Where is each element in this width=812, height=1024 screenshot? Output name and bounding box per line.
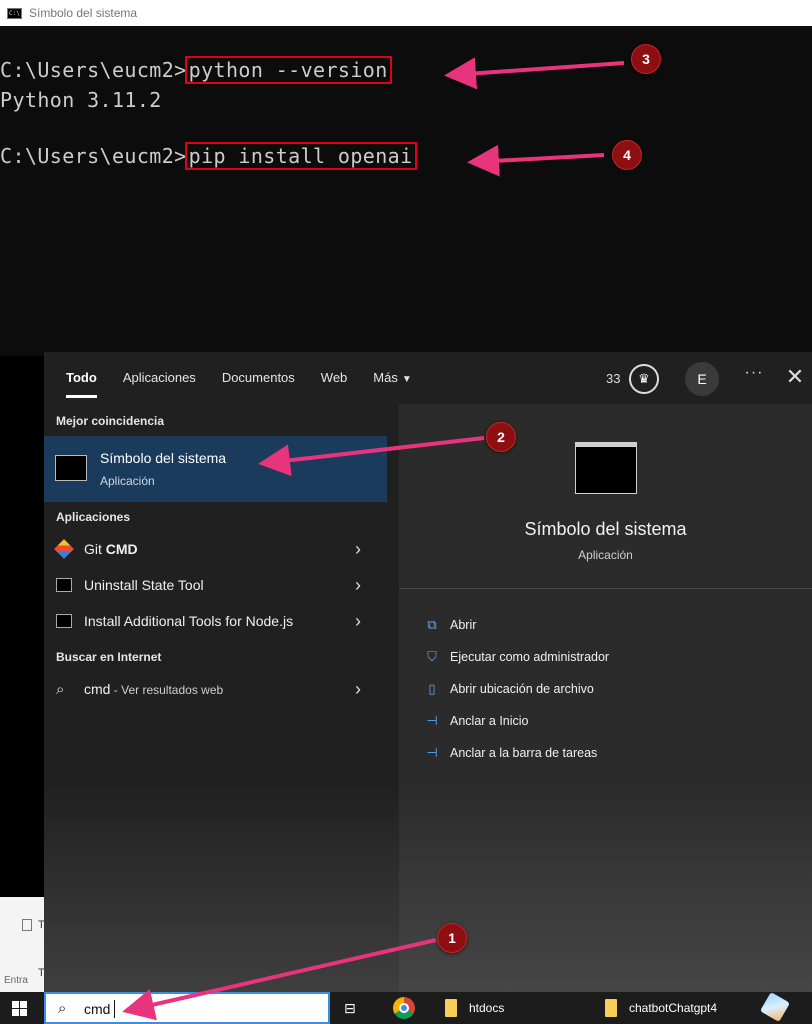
app-cube-icon[interactable] (759, 991, 791, 1023)
taskbar-item-label: chatbotChatgpt4 (629, 1001, 718, 1015)
taskbar-item-chatbot[interactable]: chatbotChatgpt4 (605, 992, 717, 1024)
best-match-item[interactable]: Símbolo del sistema Aplicación (44, 436, 387, 502)
terminal-icon (55, 455, 87, 481)
web-result-suffix: - Ver resultados web (110, 683, 224, 697)
close-icon[interactable]: ✕ (783, 363, 807, 391)
action-label: Ejecutar como administrador (450, 650, 610, 664)
taskbar-item-label: htdocs (469, 1001, 505, 1015)
action-label: Anclar a la barra de tareas (450, 746, 598, 760)
explorer-status-text: Entra (4, 975, 28, 986)
action-pin-to-start[interactable]: ⊣ Anclar a Inicio (424, 709, 529, 733)
list-item-uninstall-state-tool[interactable]: Uninstall State Tool › (44, 568, 387, 602)
tab-web[interactable]: Web (321, 352, 348, 404)
task-view-icon[interactable]: ⊟ (344, 992, 356, 1024)
step-badge-1: 1 (437, 923, 467, 953)
preview-subtitle: Aplicación (578, 548, 633, 562)
apps-header: Aplicaciones (56, 510, 131, 524)
rewards-trophy-icon[interactable]: ♛ (629, 364, 659, 394)
chevron-right-icon[interactable]: › (355, 539, 361, 560)
step-badge-4: 4 (612, 140, 642, 170)
app-label: Uninstall State Tool (84, 577, 204, 593)
tab-todo[interactable]: Todo (66, 352, 97, 404)
tab-mas-label: Más (373, 370, 398, 385)
terminal-icon (56, 614, 72, 628)
search-icon: ⌕ (58, 1000, 67, 1017)
search-query: cmd (84, 1001, 111, 1017)
open-icon: ⧉ (427, 617, 437, 632)
preview-pane: Símbolo del sistema Aplicación ⧉ Abrir ⛉… (399, 404, 812, 992)
web-search-header: Buscar en Internet (56, 650, 162, 664)
folder-icon (445, 999, 457, 1017)
shield-icon: ⛉ (427, 649, 437, 664)
list-item-install-node-tools[interactable]: Install Additional Tools for Node.js › (44, 604, 387, 638)
highlighted-command-pip-install: pip install openai (184, 142, 417, 170)
tab-mas[interactable]: Más ▼ (373, 352, 411, 404)
document-icon (22, 919, 32, 931)
search-panel: Todo Aplicaciones Documentos Web Más ▼ 33… (44, 352, 812, 992)
console-output-area[interactable]: C:\Users\eucm2> python --version Python 3… (0, 26, 812, 356)
folder-icon (605, 999, 617, 1017)
action-open-file-location[interactable]: ▯ Abrir ubicación de archivo (424, 677, 594, 701)
action-label: Abrir (450, 618, 477, 632)
action-label: Abrir ubicación de archivo (450, 682, 594, 696)
console-line-2: Python 3.11.2 (0, 88, 162, 112)
preview-title: Símbolo del sistema (524, 519, 687, 539)
background-explorer-window: T T Entra (0, 897, 45, 992)
console-line-1: C:\Users\eucm2> python --version (0, 56, 392, 84)
web-result-query: cmd (84, 681, 111, 697)
best-match-type: Aplicación (100, 474, 155, 488)
windows-start-icon[interactable] (12, 1001, 27, 1016)
app-label-prefix: Git (84, 541, 106, 557)
console-titlebar[interactable]: Símbolo del sistema (0, 0, 812, 26)
chevron-right-icon[interactable]: › (355, 611, 361, 632)
console-prompt: C:\Users\eucm2> (0, 58, 187, 82)
app-label-match: CMD (105, 541, 138, 557)
more-options-icon[interactable]: ··· (743, 364, 765, 392)
chevron-right-icon[interactable]: › (355, 679, 361, 700)
console-prompt: C:\Users\eucm2> (0, 144, 187, 168)
divider (399, 588, 812, 589)
tab-documentos[interactable]: Documentos (222, 352, 295, 404)
chevron-down-icon: ▼ (401, 374, 412, 385)
taskbar-item-htdocs[interactable]: htdocs (445, 992, 504, 1024)
web-result-label: cmd - Ver resultados web (84, 681, 223, 697)
chevron-right-icon[interactable]: › (355, 575, 361, 596)
action-label: Anclar a Inicio (450, 714, 529, 728)
console-app-icon (7, 7, 22, 19)
pin-icon: ⊣ (426, 745, 438, 760)
step-badge-3: 3 (631, 44, 661, 74)
best-match-name: Símbolo del sistema (100, 450, 227, 466)
terminal-icon (56, 578, 72, 592)
list-item-git-cmd[interactable]: Git CMD › (44, 532, 387, 566)
tab-aplicaciones[interactable]: Aplicaciones (123, 352, 196, 404)
chrome-icon[interactable] (393, 997, 415, 1019)
rewards-points: 33 (606, 370, 621, 386)
results-list: Mejor coincidencia Símbolo del sistema A… (44, 404, 387, 992)
list-item-web-result[interactable]: ⌕ cmd - Ver resultados web › (44, 672, 387, 706)
best-match-header: Mejor coincidencia (56, 414, 165, 428)
avatar[interactable]: E (685, 362, 719, 396)
console-window-title: Símbolo del sistema (29, 6, 138, 20)
file-location-icon: ▯ (428, 681, 436, 696)
highlighted-command-python-version: python --version (184, 56, 392, 84)
search-input[interactable]: ⌕ cmd (44, 992, 330, 1024)
action-open[interactable]: ⧉ Abrir (424, 613, 476, 637)
action-run-as-admin[interactable]: ⛉ Ejecutar como administrador (424, 645, 609, 669)
action-pin-to-taskbar[interactable]: ⊣ Anclar a la barra de tareas (424, 741, 597, 765)
search-icon: ⌕ (56, 681, 65, 698)
step-badge-2: 2 (486, 422, 516, 452)
app-label: Git CMD (84, 541, 138, 557)
pin-icon: ⊣ (426, 713, 438, 728)
console-line-3: C:\Users\eucm2> pip install openai (0, 142, 417, 170)
text-cursor (114, 1000, 115, 1018)
terminal-icon (575, 442, 637, 494)
app-label: Install Additional Tools for Node.js (84, 613, 294, 629)
git-icon (54, 539, 74, 559)
taskbar: ⌕ cmd ⊟ htdocs chatbotChatgpt4 (0, 991, 812, 1024)
